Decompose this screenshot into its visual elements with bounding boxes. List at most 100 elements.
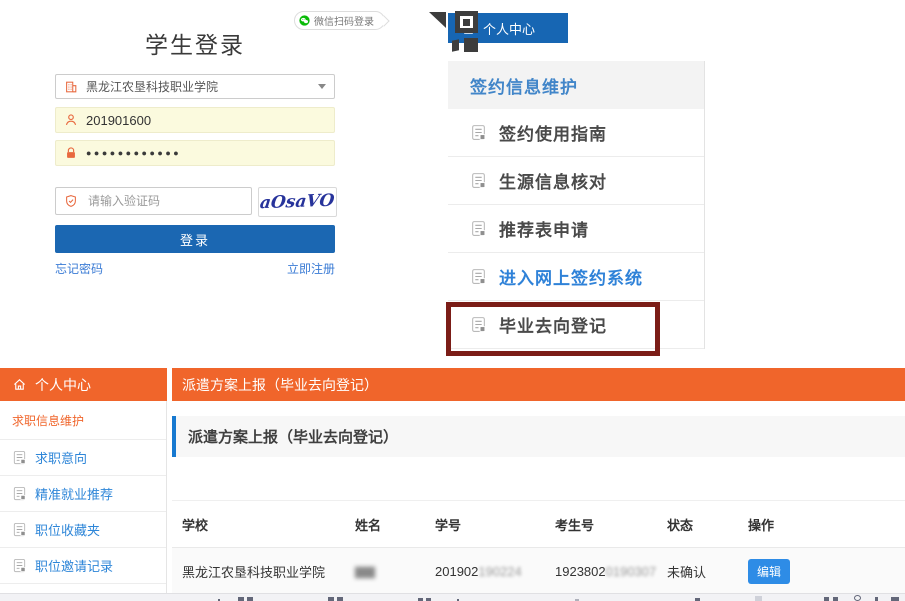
document-icon <box>12 558 27 573</box>
page: 微信扫码登录 学生登录 黑龙江农垦科技职业学院 201901600 ●●●●●●… <box>0 0 905 601</box>
column-header-name: 姓名 <box>355 515 435 534</box>
captcha-code-text: aOsaVO <box>259 191 336 214</box>
wechat-login-label: 微信扫码登录 <box>314 13 374 28</box>
menu-item-online-sign-system[interactable]: 进入网上签约系统 <box>448 253 704 301</box>
table-row: 黑龙江农垦科技职业学院 ▆▆ 201902190224 192380201903… <box>172 547 905 594</box>
menu-item-label: 毕业去向登记 <box>499 312 607 337</box>
captcha-input-wrap <box>55 187 252 215</box>
page-title-bar: 派遣方案上报（毕业去向登记） <box>172 368 905 401</box>
document-icon <box>470 316 487 333</box>
shield-check-icon <box>64 194 78 208</box>
register-link[interactable]: 立即注册 <box>287 260 335 277</box>
chevron-down-icon <box>318 84 326 89</box>
column-header-status: 状态 <box>667 515 748 534</box>
menu-item-sign-guide[interactable]: 签约使用指南 <box>448 109 704 157</box>
sidebar-body: 求职信息维护 求职意向 精准就业推荐 职位收藏夹 职位邀请记录 <box>0 401 167 594</box>
panel-header: 派遣方案上报（毕业去向登记） <box>172 416 905 457</box>
taskbar-fragment <box>824 597 829 601</box>
sidebar-header-label: 个人中心 <box>35 375 91 395</box>
edit-button[interactable]: 编辑 <box>748 559 790 584</box>
menu-item-graduation-destination[interactable]: 毕业去向登记 <box>448 301 704 349</box>
forgot-password-link[interactable]: 忘记密码 <box>55 260 103 277</box>
sidebar-item-invitation-records[interactable]: 职位邀请记录 <box>0 548 166 584</box>
taskbar-fragment <box>247 597 253 601</box>
login-title: 学生登录 <box>55 26 335 60</box>
password-field[interactable]: ●●●●●●●●●●●● <box>55 140 335 166</box>
portal-main: 派遣方案上报（毕业去向登记） 派遣方案上报（毕业去向登记） 学校 姓名 学号 考… <box>172 363 905 594</box>
login-button[interactable]: 登录 <box>55 225 335 253</box>
qr-fragment <box>464 38 478 52</box>
document-icon <box>12 522 27 537</box>
sidebar-item-label: 精准就业推荐 <box>35 484 113 503</box>
login-links: 忘记密码 立即注册 <box>55 260 335 277</box>
menu-section-header: 签约信息维护 <box>448 61 704 109</box>
menu-item-label: 进入网上签约系统 <box>499 264 643 289</box>
cell-school: 黑龙江农垦科技职业学院 <box>182 562 355 581</box>
column-header-exam-id: 考生号 <box>555 515 667 534</box>
document-icon <box>12 450 27 465</box>
taskbar-fragment <box>891 597 899 601</box>
column-header-school: 学校 <box>182 515 355 534</box>
menu-item-label: 推荐表申请 <box>499 216 589 241</box>
person-icon <box>64 113 78 127</box>
sidebar-item-label: 职位收藏夹 <box>35 520 100 539</box>
sidebar-item-precise-recommendation[interactable]: 精准就业推荐 <box>0 476 166 512</box>
wechat-icon <box>299 15 310 26</box>
qr-code-corner[interactable] <box>429 11 481 58</box>
taskbar-fragment <box>875 597 878 601</box>
qr-fragment <box>429 12 446 28</box>
captcha-input[interactable] <box>86 193 210 209</box>
portal-section: 个人中心 求职信息维护 求职意向 精准就业推荐 职位收藏夹 职 <box>0 363 905 594</box>
document-icon <box>470 124 487 141</box>
taskbar-fragment <box>755 596 762 601</box>
document-icon <box>470 220 487 237</box>
school-select-value: 黑龙江农垦科技职业学院 <box>86 78 218 95</box>
document-icon <box>470 172 487 189</box>
wechat-login-badge[interactable]: 微信扫码登录 <box>294 11 385 30</box>
home-icon <box>12 377 27 392</box>
panel-accent-bar <box>172 416 176 457</box>
username-field[interactable]: 201901600 <box>55 107 335 133</box>
menu-item-label: 生源信息核对 <box>499 168 607 193</box>
taskbar-fragment <box>833 597 838 601</box>
portal-sidebar: 个人中心 求职信息维护 求职意向 精准就业推荐 职位收藏夹 职 <box>0 363 167 594</box>
sidebar-item-job-favorites[interactable]: 职位收藏夹 <box>0 512 166 548</box>
lock-icon <box>64 146 78 160</box>
panel-title: 派遣方案上报（毕业去向登记） <box>188 426 398 447</box>
cell-name-masked: ▆▆ <box>355 563 435 579</box>
taskbar-fragment <box>328 597 334 601</box>
column-header-action: 操作 <box>748 515 808 534</box>
login-panel: 微信扫码登录 学生登录 黑龙江农垦科技职业学院 201901600 ●●●●●●… <box>55 0 335 300</box>
table-header-row: 学校 姓名 学号 考生号 状态 操作 <box>172 501 905 547</box>
captcha-image[interactable]: aOsaVO <box>258 187 337 217</box>
sidebar-item-label: 求职意向 <box>35 448 87 467</box>
column-header-student-id: 学号 <box>435 515 555 534</box>
sidebar-item-label: 职位邀请记录 <box>35 556 113 575</box>
cell-action: 编辑 <box>748 559 808 584</box>
cell-student-id: 201902190224 <box>435 564 555 579</box>
menu-item-recommendation-form[interactable]: 推荐表申请 <box>448 205 704 253</box>
menu-item-origin-check[interactable]: 生源信息核对 <box>448 157 704 205</box>
sign-menu: 签约信息维护 签约使用指南 生源信息核对 推荐表申请 进入网上签约系统 毕业去向… <box>448 61 705 349</box>
sidebar-item-job-intention[interactable]: 求职意向 <box>0 440 166 476</box>
qr-fragment <box>452 39 459 51</box>
sidebar-section-label: 求职信息维护 <box>0 401 166 440</box>
building-icon <box>64 80 78 94</box>
school-select[interactable]: 黑龙江农垦科技职业学院 <box>55 74 335 99</box>
dispatch-table: 学校 姓名 学号 考生号 状态 操作 黑龙江农垦科技职业学院 ▆▆ 201902… <box>172 500 905 594</box>
taskbar-fragment <box>854 595 861 601</box>
personal-center-label: 个人中心 <box>483 19 535 38</box>
menu-item-label: 签约使用指南 <box>499 120 607 145</box>
document-icon <box>470 268 487 285</box>
username-value: 201901600 <box>86 113 151 128</box>
cell-status: 未确认 <box>667 562 748 581</box>
cell-exam-id: 19238020190307 <box>555 564 667 579</box>
password-value: ●●●●●●●●●●●● <box>86 148 181 158</box>
badge-pointer <box>378 15 389 26</box>
taskbar-fragment <box>238 597 244 601</box>
taskbar-fragment <box>337 597 343 601</box>
qr-finder-pattern <box>455 11 478 33</box>
taskbar-strip <box>0 593 905 601</box>
document-icon <box>12 486 27 501</box>
sidebar-header[interactable]: 个人中心 <box>0 368 167 401</box>
